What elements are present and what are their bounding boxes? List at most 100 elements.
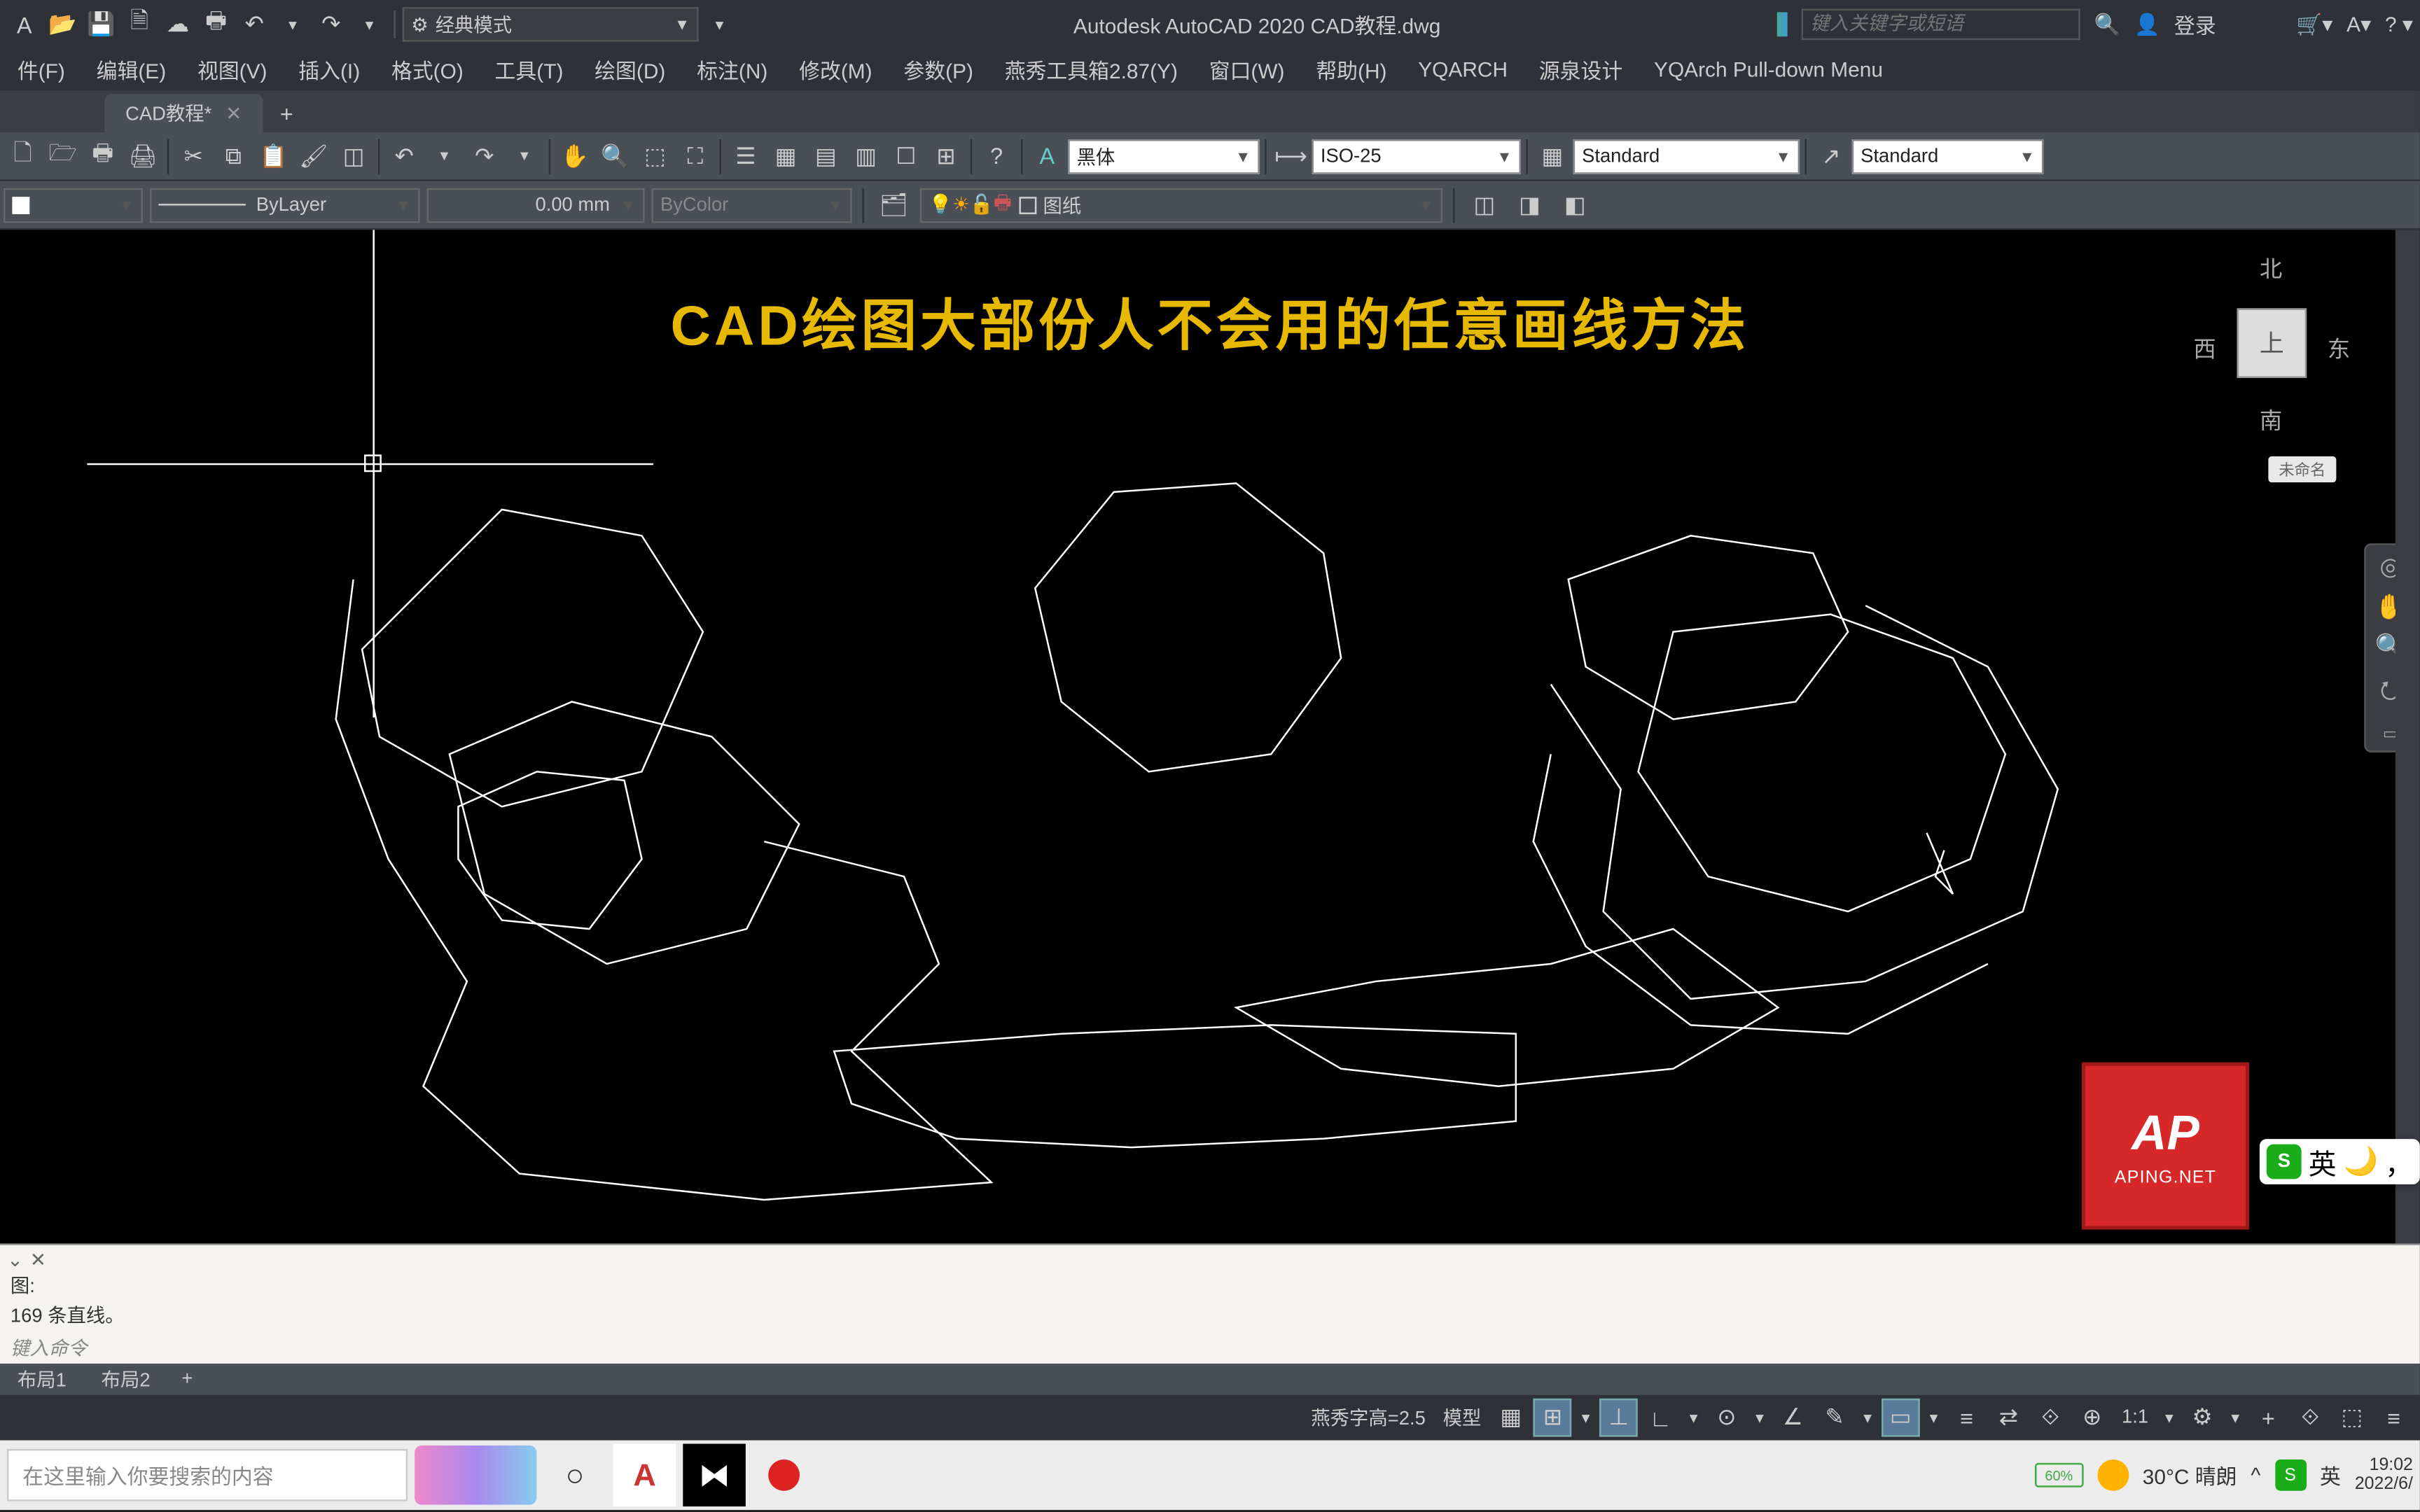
ime-lang[interactable]: 英 <box>2309 1141 2337 1183</box>
viewcube-top-face[interactable]: 上 <box>2237 308 2307 378</box>
properties-icon[interactable]: ☰ <box>726 136 765 175</box>
cmd-close-icon[interactable]: ✕ <box>30 1248 46 1270</box>
redo-icon[interactable]: ↷ <box>314 7 349 42</box>
layout-tab-2[interactable]: 布局2 <box>84 1364 168 1395</box>
gear-status-icon[interactable]: ⚙ <box>2183 1399 2222 1437</box>
close-icon[interactable]: ✕ <box>225 102 242 125</box>
menu-yqarch-pd[interactable]: YQArch Pull-down Menu <box>1640 54 1897 85</box>
tab-cad-tutorial[interactable]: CAD教程* ✕ <box>104 94 263 132</box>
calc-icon[interactable]: ⊞ <box>927 136 966 175</box>
help2-icon[interactable]: ? <box>978 136 1016 175</box>
matchprop-icon[interactable]: 🖌 <box>294 136 333 175</box>
app-menu-icon[interactable]: A <box>7 7 42 42</box>
layer-dropdown[interactable]: 💡 ☀ 🔓 🖶 图纸 ▼ <box>920 187 1442 222</box>
cloud-icon[interactable]: ☁ <box>160 7 195 42</box>
snap-icon[interactable]: ⊞ <box>1534 1399 1572 1437</box>
plot-icon[interactable]: 🖨 <box>124 136 162 175</box>
tray-chevron-icon[interactable]: ^ <box>2251 1463 2260 1488</box>
undo2-dd-icon[interactable]: ▼ <box>425 136 464 175</box>
mlstyle-dropdown[interactable]: Standard▼ <box>1852 139 2044 174</box>
ime-floating-bar[interactable]: S 英 🌙 ， <box>2260 1139 2420 1184</box>
anno-add-icon[interactable]: + <box>2249 1399 2288 1437</box>
save-icon[interactable]: 💾 <box>83 7 118 42</box>
paste-icon[interactable]: 📋 <box>254 136 293 175</box>
redo-dd-icon[interactable]: ▼ <box>352 7 387 42</box>
layer-state-icon[interactable]: ◨ <box>1510 186 1549 224</box>
menu-yuanquan[interactable]: 源泉设计 <box>1525 51 1636 88</box>
command-handle[interactable]: ⌄ ✕ <box>0 1245 2420 1273</box>
workspace-switch-icon[interactable]: ⬚ <box>2332 1399 2371 1437</box>
open2-icon[interactable]: 🗁 <box>43 136 82 175</box>
menu-tools[interactable]: 工具(T) <box>481 51 578 88</box>
view-cube[interactable]: 北 南 东 西 上 <box>2193 247 2350 439</box>
weather-text[interactable]: 30°C 晴朗 <box>2143 1460 2237 1490</box>
tablestyle-icon[interactable]: ▦ <box>1533 136 1571 175</box>
menu-edit[interactable]: 编辑(E) <box>83 51 180 88</box>
drawing-canvas[interactable]: CAD绘图大部份人不会用的任意画线方法 <box>0 230 2420 1243</box>
anno-vis-icon[interactable]: ⟐ <box>2291 1399 2330 1437</box>
help-search-input[interactable] <box>1802 8 2080 40</box>
windows-search-input[interactable]: 在这里输入你要搜索的内容 <box>7 1449 408 1502</box>
layer-iso-icon[interactable]: ◧ <box>1556 186 1594 224</box>
save2-icon[interactable]: 🖶 <box>83 136 122 175</box>
isodraft-icon[interactable]: ⊙ <box>1707 1399 1746 1437</box>
redo2-dd-icon[interactable]: ▼ <box>506 136 544 175</box>
design-center-icon[interactable]: ▦ <box>767 136 805 175</box>
pan-icon[interactable]: ✋ <box>556 136 594 175</box>
tray-clock[interactable]: 19:02 2022/6/ <box>2355 1456 2413 1494</box>
tab-add-button[interactable]: + <box>263 96 311 132</box>
customize-icon[interactable]: ≡ <box>2374 1399 2413 1437</box>
workspace-dropdown[interactable]: ⚙ 经典模式 ▼ <box>403 7 699 42</box>
menu-modify[interactable]: 修改(M) <box>785 51 886 88</box>
viewcube-west[interactable]: 西 <box>2193 331 2216 364</box>
ime-moon-icon[interactable]: 🌙 <box>2344 1144 2379 1180</box>
layout-tab-1[interactable]: 布局1 <box>0 1364 84 1395</box>
battery-indicator[interactable]: 60% <box>2035 1463 2084 1488</box>
zoomext-icon[interactable]: ⛶ <box>676 136 714 175</box>
task-capcut-icon[interactable]: ⧓ <box>683 1444 746 1507</box>
saveas-icon[interactable]: 🗎 <box>122 7 157 42</box>
ortho-icon[interactable]: ⊥ <box>1599 1399 1638 1437</box>
otrack-icon[interactable]: ∠ <box>1774 1399 1812 1437</box>
viewcube-south[interactable]: 南 <box>2260 402 2282 435</box>
open-icon[interactable]: 📂 <box>46 7 81 42</box>
transparency-icon[interactable]: ≡ <box>1947 1399 1986 1437</box>
menu-format[interactable]: 格式(O) <box>377 51 478 88</box>
tray-lang[interactable]: 英 <box>2320 1460 2341 1490</box>
menu-dimension[interactable]: 标注(N) <box>683 51 781 88</box>
color-dropdown[interactable]: ▼ <box>4 187 143 222</box>
cut-icon[interactable]: ✂ <box>174 136 213 175</box>
dimstyle-dropdown[interactable]: ISO-25▼ <box>1312 139 1521 174</box>
sheet-set-icon[interactable]: ▥ <box>847 136 885 175</box>
menu-window[interactable]: 窗口(W) <box>1195 51 1299 88</box>
login-link[interactable]: 登录 <box>2174 10 2216 39</box>
viewcube-east[interactable]: 东 <box>2328 331 2350 364</box>
task-cortana-icon[interactable]: ○ <box>543 1444 606 1507</box>
3dosnap-icon[interactable]: ⟐ <box>2031 1399 2070 1437</box>
task-autocad-icon[interactable]: A <box>613 1444 676 1507</box>
cmd-chevron-icon[interactable]: ⌄ <box>7 1248 23 1270</box>
tool-palette-icon[interactable]: ▤ <box>807 136 845 175</box>
tablestyle-dropdown[interactable]: Standard▼ <box>1573 139 1800 174</box>
tray-ime-icon[interactable]: S <box>2274 1460 2306 1491</box>
mleader-icon[interactable]: ↗ <box>1812 136 1851 175</box>
undo-dd-icon[interactable]: ▼ <box>275 7 310 42</box>
osnap-icon[interactable]: ✎ <box>1816 1399 1854 1437</box>
help-icon[interactable]: ? ▾ <box>2385 12 2413 36</box>
viewcube-north[interactable]: 北 <box>2260 251 2282 284</box>
print-icon[interactable]: 🖶 <box>199 7 234 42</box>
menu-view[interactable]: 视图(V) <box>183 51 281 88</box>
menu-yqarch[interactable]: YQARCH <box>1404 54 1522 85</box>
menu-parametric[interactable]: 参数(P) <box>890 51 987 88</box>
undo2-icon[interactable]: ↶ <box>385 136 424 175</box>
task-record-icon[interactable] <box>753 1444 816 1507</box>
linetype-dropdown[interactable]: ByLayer▼ <box>150 187 420 222</box>
user-icon[interactable]: 👤 <box>2134 12 2160 36</box>
command-input[interactable]: 键入命令 <box>0 1332 2420 1364</box>
undo-icon[interactable]: ↶ <box>237 7 272 42</box>
blockedit-icon[interactable]: ◫ <box>335 136 373 175</box>
zoomrect-icon[interactable]: ⬚ <box>636 136 674 175</box>
lineweight-dropdown[interactable]: 0.00 mm▼ <box>427 187 645 222</box>
zoom-icon[interactable]: 🔍 <box>596 136 634 175</box>
qat-overflow-icon[interactable]: ▼ <box>702 7 737 42</box>
